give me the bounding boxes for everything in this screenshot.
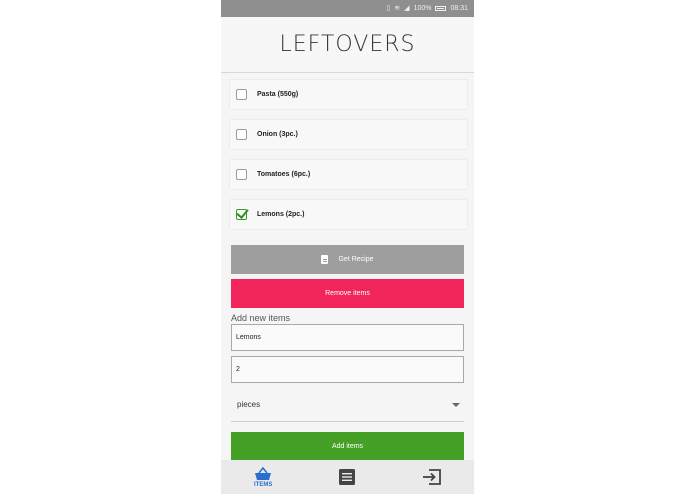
unit-value: pieces xyxy=(237,400,261,409)
item-checkbox[interactable] xyxy=(236,129,247,140)
nav-items-label: ITEMS xyxy=(253,481,273,488)
clipboard-icon xyxy=(321,255,329,264)
vibrate-icon: ▯ xyxy=(386,5,391,12)
item-label: Tomatoes (6pc.) xyxy=(257,171,311,178)
list-icon xyxy=(339,469,356,485)
leftovers-list: Pasta (550g) Onion (3pc.) Tomatoes (6pc.… xyxy=(221,73,474,230)
get-recipe-button[interactable]: Get Recipe xyxy=(231,245,464,274)
remove-items-label: Remove items xyxy=(325,290,370,297)
item-checkbox[interactable] xyxy=(236,169,247,180)
logout-icon xyxy=(422,469,441,485)
item-checkbox[interactable] xyxy=(236,89,247,100)
item-label: Lemons (2pc.) xyxy=(257,211,305,218)
battery-icon xyxy=(435,6,447,11)
bottom-nav: ITEMS xyxy=(221,460,474,494)
app-header: LEFTOVERS xyxy=(221,17,474,73)
add-items-button[interactable]: Add items xyxy=(231,432,464,461)
app-logo: LEFTOVERS xyxy=(279,32,416,57)
list-item[interactable]: Lemons (2pc.) xyxy=(229,199,468,230)
nav-list[interactable] xyxy=(317,468,377,486)
add-items-label: Add items xyxy=(331,443,364,450)
chevron-down-icon xyxy=(452,402,460,407)
nav-logout[interactable] xyxy=(402,468,462,486)
signal-icon: ◢ xyxy=(404,5,410,12)
item-label: Onion (3pc.) xyxy=(257,131,298,138)
list-item[interactable]: Pasta (550g) xyxy=(229,79,468,110)
actions-section: Get Recipe Remove items Add new items Le… xyxy=(221,239,474,461)
item-name-value: Lemons xyxy=(236,334,261,341)
add-items-heading: Add new items xyxy=(231,313,291,323)
quantity-value: 2 xyxy=(236,366,240,373)
list-item[interactable]: Tomatoes (6pc.) xyxy=(229,159,468,190)
remove-items-button[interactable]: Remove items xyxy=(231,279,464,308)
item-label: Pasta (550g) xyxy=(257,91,299,98)
basket-icon xyxy=(255,466,272,480)
phone-screen: ▯ ≋ ◢ 100% 08:31 LEFTOVERS Pasta (550g) … xyxy=(221,0,474,494)
status-bar: ▯ ≋ ◢ 100% 08:31 xyxy=(221,0,474,17)
unit-select[interactable]: pieces xyxy=(231,388,464,422)
clock: 08:31 xyxy=(450,5,468,12)
item-name-input[interactable]: Lemons xyxy=(231,324,464,351)
list-item[interactable]: Onion (3pc.) xyxy=(229,119,468,150)
nav-items[interactable]: ITEMS xyxy=(233,466,293,488)
battery-percent: 100% xyxy=(413,5,432,12)
get-recipe-label: Get Recipe xyxy=(338,256,374,263)
quantity-input[interactable]: 2 xyxy=(231,356,464,383)
wifi-icon: ≋ xyxy=(394,5,401,12)
item-checkbox-checked[interactable] xyxy=(236,209,247,220)
